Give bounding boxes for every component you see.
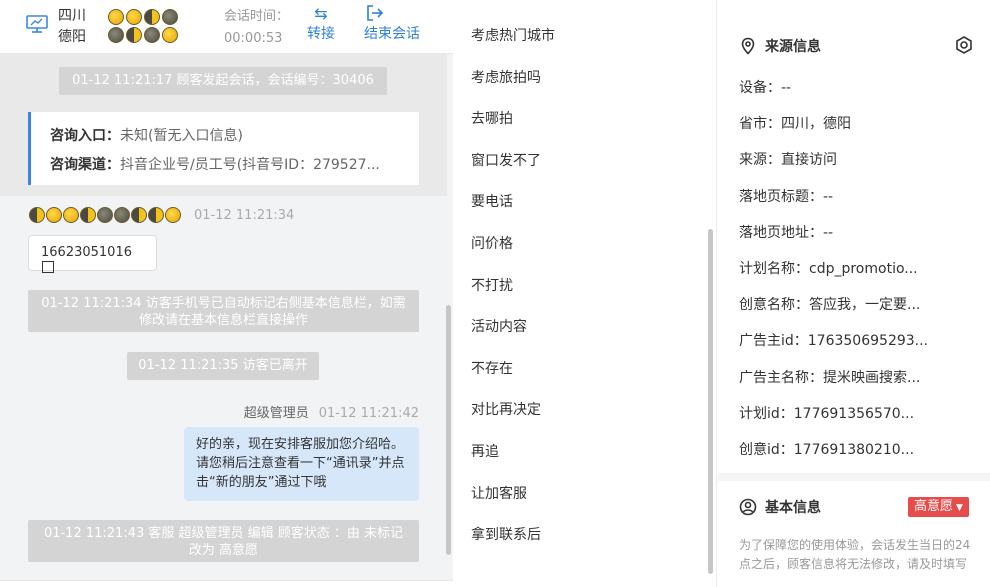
visitor-region: 四川 德阳 <box>58 6 86 48</box>
edit-deadline-notice: 为了保障您的使用体验，会话发生当日的24点之后，顾客信息将无法修改，请及时填写 <box>739 538 971 571</box>
user-circle-icon <box>739 498 757 516</box>
emoji-icon <box>162 9 178 25</box>
visitor-phone-bubble: 16623051016 <box>28 235 157 273</box>
exit-icon <box>364 4 420 24</box>
visitor-message-meta: 01-12 11:21:34 <box>29 207 294 223</box>
emoji-icon <box>144 27 160 43</box>
source-info-field: 落地页地址：-- <box>739 224 834 241</box>
basic-info-header: 基本信息 <box>739 497 821 517</box>
source-info-field: 计划名称：cdp_promotio... <box>739 261 918 277</box>
emoji-icon <box>63 207 79 223</box>
chat-scrollbar[interactable] <box>446 305 451 555</box>
system-message-marked: 01-12 11:21:34 访客手机号已自动标记右侧基本信息栏，如需修改请在基… <box>28 290 419 332</box>
transfer-button[interactable]: ⇆ 转接 <box>307 4 335 44</box>
visitor-nickname-emojis <box>108 9 192 43</box>
quick-reply-item[interactable]: 问价格 <box>471 234 513 254</box>
quick-reply-item[interactable]: 窗口发不了 <box>471 151 541 171</box>
quick-reply-item[interactable]: 让加客服 <box>471 484 527 504</box>
visitor-nickname-emojis <box>29 207 181 223</box>
quick-reply-item[interactable]: 去哪拍 <box>471 109 513 129</box>
emoji-icon <box>131 207 147 223</box>
emoji-icon <box>114 207 130 223</box>
consult-channel-label: 咨询渠道： <box>50 157 120 173</box>
quick-reply-item[interactable]: 对比再决定 <box>471 400 541 420</box>
emoji-icon <box>126 27 142 43</box>
location-pin-icon <box>741 37 755 55</box>
emoji-icon <box>97 207 113 223</box>
quick-reply-item[interactable]: 不打扰 <box>471 276 513 296</box>
customer-intent-dropdown[interactable]: 高意愿 ▼ <box>908 497 969 517</box>
caret-down-icon: ▼ <box>956 503 963 513</box>
end-session-label: 结束会话 <box>364 26 420 42</box>
quick-reply-item[interactable]: 要电话 <box>471 192 513 212</box>
session-time-value: 00:00:53 <box>224 31 283 46</box>
source-info-field: 广告主id：176350695293... <box>739 333 929 350</box>
customer-info-panel: 来源信息 设备：-- 省市：四川，德阳 来源：直接访问 落地页标题：-- 落地页地址：-… <box>718 0 990 587</box>
consult-entry-value: 未知(暂无入口信息) <box>120 128 243 144</box>
system-message-status: 01-12 11:21:43 客服 超级管理员 编辑 顾客状态 ：由 未标记 改… <box>28 520 419 562</box>
basic-info-title: 基本信息 <box>765 500 821 516</box>
chat-panel: 四川 德阳 会话时间： 00:00:53 ⇆ 转接 结束会话 01-12 11:… <box>0 0 453 587</box>
quick-reply-item[interactable]: 考虑旅拍吗 <box>471 68 541 88</box>
visitor-phone: 16623051016 <box>41 245 132 260</box>
source-info-field: 计划id：177691356570... <box>739 405 915 422</box>
emoji-icon <box>108 9 124 25</box>
emoji-icon <box>144 9 160 25</box>
visitor-province: 四川 <box>58 8 86 24</box>
agent-message-time: 01-12 11:21:42 <box>318 406 419 421</box>
settings-icon[interactable] <box>954 35 974 55</box>
source-info-field: 落地页标题：-- <box>739 188 834 205</box>
system-message-start: 01-12 11:21:17 顾客发起会话，会话编号：30406 <box>59 67 387 95</box>
consult-entry-label: 咨询入口： <box>50 128 120 144</box>
quick-reply-scrollbar[interactable] <box>708 229 713 574</box>
source-info-field: 来源：直接访问 <box>739 152 837 169</box>
emoji-icon <box>126 9 142 25</box>
quick-reply-panel: 考虑热门城市 考虑旅拍吗去哪拍窗口发不了要电话问价格不打扰活动内容不存在对比再决定… <box>453 0 717 587</box>
session-time-label: 会话时间： <box>224 9 290 24</box>
section-divider <box>718 473 990 481</box>
emoji-icon <box>46 207 62 223</box>
transfer-icon: ⇆ <box>314 4 328 23</box>
visitor-message-time: 01-12 11:21:34 <box>194 207 295 223</box>
agent-message-bubble: 好的亲，现在安排客服加您介绍哈。请您稍后注意查看一下“通讯录”并点击“新的朋友”… <box>184 427 419 501</box>
emoji-icon <box>162 27 178 43</box>
agent-name: 超级管理员 <box>243 406 309 421</box>
source-info-field: 设备：-- <box>739 80 792 96</box>
agent-message-meta: 超级管理员 01-12 11:21:42 <box>244 402 419 421</box>
monitor-icon <box>26 15 48 33</box>
chat-input-edge <box>0 580 453 587</box>
emoji-icon <box>29 207 45 223</box>
copy-icon[interactable] <box>42 261 54 273</box>
quick-reply-item[interactable]: 考虑热门城市 <box>471 26 555 46</box>
consult-channel-value: 抖音企业号/员工号(抖音号ID：279527... <box>120 157 380 173</box>
source-info-header: 来源信息 <box>739 36 821 56</box>
end-session-button[interactable]: 结束会话 <box>364 4 420 44</box>
source-info-field: 省市：四川，德阳 <box>739 116 851 133</box>
visitor-city: 德阳 <box>58 29 86 45</box>
transfer-label: 转接 <box>307 26 335 42</box>
session-time: 会话时间： 00:00:53 <box>224 6 289 50</box>
source-info-title: 来源信息 <box>765 39 821 55</box>
quick-reply-item[interactable]: 不存在 <box>471 359 513 379</box>
chat-header: 四川 德阳 会话时间： 00:00:53 ⇆ 转接 结束会话 <box>0 0 453 54</box>
source-info-field: 创意名称：答应我，一定要... <box>739 297 921 314</box>
emoji-icon <box>165 207 181 223</box>
source-info-field: 广告主名称：提米映画搜索... <box>739 369 921 386</box>
emoji-icon <box>80 207 96 223</box>
system-message-left: 01-12 11:21:35 访客已离开 <box>127 352 319 380</box>
customer-intent-value: 高意愿 <box>914 499 954 514</box>
quick-reply-item[interactable]: 活动内容 <box>471 317 527 337</box>
quick-reply-item[interactable]: 再追 <box>471 442 499 462</box>
consult-info-card: 咨询入口：未知(暂无入口信息) 咨询渠道：抖音企业号/员工号(抖音号ID：279… <box>28 112 419 185</box>
source-info-field: 创意id：177691380210... <box>739 442 915 458</box>
consult-channel: 咨询渠道：抖音企业号/员工号(抖音号ID：279527... <box>50 151 400 180</box>
emoji-icon <box>108 27 124 43</box>
emoji-icon <box>148 207 164 223</box>
consult-entry: 咨询入口：未知(暂无入口信息) <box>50 122 400 151</box>
quick-reply-item[interactable]: 拿到联系后 <box>471 525 541 545</box>
